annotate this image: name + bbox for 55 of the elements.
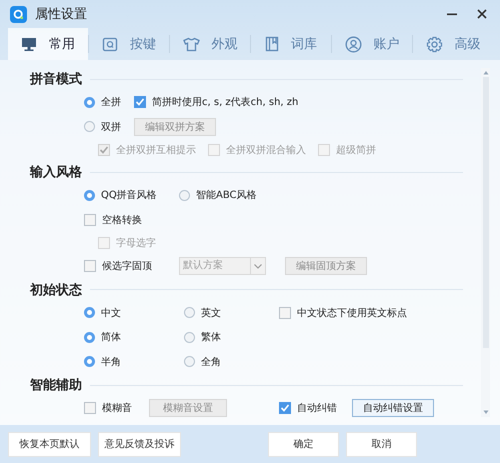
checkbox-option[interactable]: 空格转换 [84, 212, 142, 227]
settings-button[interactable]: 自动纠错设置 [352, 399, 434, 418]
window-title: 属性设置 [35, 6, 87, 23]
radio-button[interactable] [84, 121, 95, 132]
checkbox[interactable] [84, 402, 96, 414]
monitor-icon [21, 36, 37, 52]
radio-button[interactable] [184, 307, 195, 318]
radio-option[interactable]: 智能ABC风格 [179, 188, 257, 202]
checkbox-option[interactable]: 自动纠错 [279, 401, 337, 416]
checkbox[interactable] [279, 402, 291, 414]
footer-button[interactable]: 取消 [346, 432, 417, 456]
radio-option[interactable]: 中文 [84, 306, 121, 320]
checkbox[interactable] [84, 214, 96, 226]
radio-button[interactable] [184, 356, 195, 368]
q-logo-icon [10, 6, 27, 22]
section-title: 智能辅助 [30, 377, 82, 394]
user-icon [344, 36, 362, 52]
section-title: 输入风格 [30, 164, 82, 181]
radio-button[interactable] [84, 307, 95, 318]
gear-icon [426, 36, 442, 52]
radio-option[interactable]: 双拼 [84, 120, 121, 134]
footer-button[interactable]: 确定 [268, 432, 339, 456]
radio-button[interactable] [84, 332, 95, 343]
section-title: 初始状态 [30, 282, 82, 298]
radio-button[interactable] [84, 356, 95, 368]
checkbox[interactable] [134, 96, 146, 108]
checkbox-option[interactable]: 简拼时使用c, s, z代表ch, sh, zh [134, 95, 298, 110]
radio-option[interactable]: 简体 [84, 330, 121, 344]
checkbox[interactable] [84, 260, 96, 272]
radio-button[interactable] [84, 96, 95, 108]
tab[interactable]: 常用 [8, 28, 88, 60]
book-icon [265, 36, 279, 52]
key-icon [102, 36, 118, 52]
checkbox[interactable] [279, 306, 291, 319]
radio-option[interactable]: 全拼 [84, 95, 121, 110]
checkbox-option[interactable]: 模糊音 [84, 401, 132, 416]
close-icon[interactable] [476, 8, 488, 20]
checkbox-option[interactable]: 候选字固顶 [84, 259, 152, 274]
checkbox-option[interactable]: 中文状态下使用英文标点 [279, 306, 407, 320]
footer-button[interactable]: 意见反馈及投诉 [98, 432, 181, 456]
shirt-icon [182, 36, 200, 52]
chevron-down-icon [254, 264, 262, 269]
scroll-down-arrow-icon[interactable] [482, 410, 488, 415]
radio-option[interactable]: QQ拼音风格 [84, 188, 157, 202]
radio-option[interactable]: 全角 [184, 354, 221, 369]
radio-button[interactable] [184, 332, 195, 343]
radio-option[interactable]: 半角 [84, 354, 121, 369]
radio-option[interactable]: 英文 [184, 306, 221, 320]
radio-option[interactable]: 繁体 [184, 330, 221, 344]
section-title: 拼音模式 [30, 70, 82, 88]
radio-button[interactable] [84, 190, 95, 201]
radio-button[interactable] [179, 190, 190, 201]
scrollbar[interactable] [481, 68, 490, 417]
scroll-up-arrow-icon[interactable] [482, 70, 488, 75]
footer-button[interactable]: 恢复本页默认 [8, 432, 91, 456]
